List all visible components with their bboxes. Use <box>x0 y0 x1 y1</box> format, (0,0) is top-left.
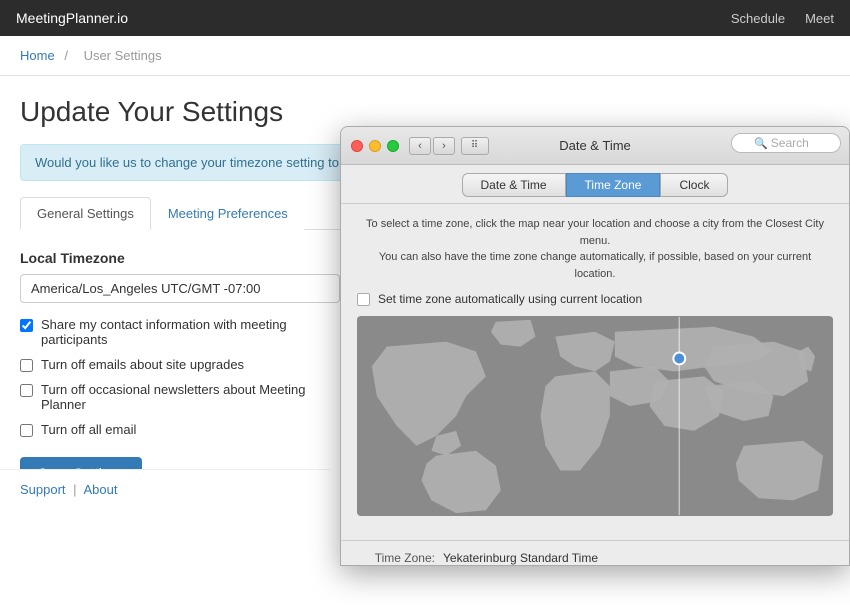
app-wrapper: MeetingPlanner.io Schedule Meet Home / U… <box>0 0 850 610</box>
mac-timezone-row: Time Zone: Yekaterinburg Standard Time <box>355 551 835 565</box>
checkbox-row-3: Turn off occasional newsletters about Me… <box>20 382 340 412</box>
checkbox-row-1: Share my contact information with meetin… <box>20 317 340 347</box>
timezone-label: Local Timezone <box>20 250 340 266</box>
mac-search-box[interactable]: 🔍 Search <box>731 133 841 153</box>
nav-schedule[interactable]: Schedule <box>731 11 785 26</box>
nav-links: Schedule Meet <box>731 11 834 26</box>
mac-timezone-label: Time Zone: <box>355 551 435 565</box>
mac-auto-label: Set time zone automatically using curren… <box>378 292 642 306</box>
checkbox-row-4: Turn off all email <box>20 422 340 437</box>
footer-support[interactable]: Support <box>20 482 66 497</box>
checkbox-label-3: Turn off occasional newsletters about Me… <box>41 382 340 412</box>
checkbox-share-contact[interactable] <box>20 319 33 332</box>
world-map[interactable] <box>357 316 833 516</box>
mac-window: ‹ › ⠿ Date & Time 🔍 Search Date & Time T… <box>340 126 850 566</box>
mac-close-button[interactable] <box>351 140 363 152</box>
mac-grid-button[interactable]: ⠿ <box>461 137 489 155</box>
page-title: Update Your Settings <box>20 96 830 128</box>
mac-tab-bar: Date & Time Time Zone Clock <box>341 165 849 204</box>
breadcrumb-current: User Settings <box>84 48 162 63</box>
world-map-svg <box>357 316 833 516</box>
brand-logo: MeetingPlanner.io <box>16 10 128 26</box>
footer-separator: | <box>73 482 76 497</box>
mac-window-title: Date & Time <box>559 138 631 153</box>
mac-tab-datetime[interactable]: Date & Time <box>462 173 566 197</box>
breadcrumb-separator: / <box>64 48 68 63</box>
nav-meet[interactable]: Meet <box>805 11 834 26</box>
top-nav: MeetingPlanner.io Schedule Meet <box>0 0 850 36</box>
mac-window-controls <box>351 140 399 152</box>
mac-auto-checkbox[interactable] <box>357 293 370 306</box>
mac-description: To select a time zone, click the map nea… <box>357 216 833 282</box>
mac-bottom-info: Time Zone: Yekaterinburg Standard Time C… <box>341 540 849 566</box>
mac-minimize-button[interactable] <box>369 140 381 152</box>
breadcrumb-home[interactable]: Home <box>20 48 55 63</box>
mac-body: To select a time zone, click the map nea… <box>341 204 849 540</box>
checkbox-no-email[interactable] <box>20 424 33 437</box>
mac-titlebar: ‹ › ⠿ Date & Time 🔍 Search <box>341 127 849 165</box>
mac-nav-buttons: ‹ › <box>409 137 455 155</box>
mac-maximize-button[interactable] <box>387 140 399 152</box>
checkbox-no-newsletters[interactable] <box>20 384 33 397</box>
mac-tab-timezone[interactable]: Time Zone <box>566 173 661 197</box>
tab-meeting-preferences[interactable]: Meeting Preferences <box>151 197 305 230</box>
mac-forward-button[interactable]: › <box>433 137 455 155</box>
checkbox-label-1: Share my contact information with meetin… <box>41 317 340 347</box>
tab-general-settings[interactable]: General Settings <box>20 197 151 230</box>
timezone-input[interactable] <box>20 274 340 303</box>
checkbox-row-2: Turn off emails about site upgrades <box>20 357 340 372</box>
breadcrumb: Home / User Settings <box>0 36 850 76</box>
footer-about[interactable]: About <box>83 482 117 497</box>
mac-back-button[interactable]: ‹ <box>409 137 431 155</box>
checkbox-no-upgrade-emails[interactable] <box>20 359 33 372</box>
settings-form: Local Timezone Share my contact informat… <box>20 250 340 489</box>
content-area: Update Your Settings Would you like us t… <box>0 76 850 610</box>
mac-auto-timezone-row: Set time zone automatically using curren… <box>357 292 833 306</box>
mac-timezone-value: Yekaterinburg Standard Time <box>443 551 598 565</box>
mac-tab-clock[interactable]: Clock <box>660 173 728 197</box>
footer: Support | About <box>0 469 330 509</box>
checkbox-label-4: Turn off all email <box>41 422 136 437</box>
checkbox-label-2: Turn off emails about site upgrades <box>41 357 244 372</box>
